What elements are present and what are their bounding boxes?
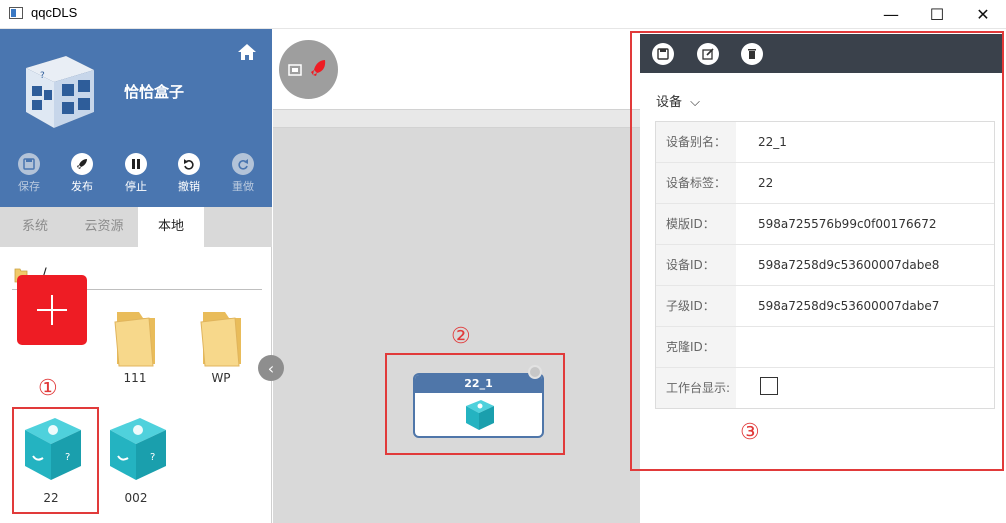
marker-3: ③ [740, 420, 760, 445]
plus-icon [37, 295, 67, 325]
tab-system[interactable]: 系统 [0, 207, 70, 247]
undo-icon [178, 153, 200, 175]
minimize-button[interactable]: — [868, 0, 914, 29]
folder-item-wp[interactable]: WP [185, 308, 257, 385]
app-name: 恰恰盒子 [124, 83, 185, 101]
device-cube-icon: ? [25, 418, 81, 480]
undo-tool-button[interactable]: 撤销 [171, 153, 207, 194]
tab-local[interactable]: 本地 [138, 207, 204, 247]
device-cube-icon [466, 400, 494, 430]
app-window-icon [9, 7, 23, 19]
window-titlebar: qqcDLS — ☐ ✕ [0, 0, 1006, 29]
folder-item-label: WP [211, 371, 231, 385]
redo-tool-button[interactable]: 重做 [225, 153, 261, 194]
folder-item-label: 111 [123, 371, 147, 385]
resource-tabs: 系统 云资源 本地 [0, 207, 272, 247]
stop-tool-label: 停止 [125, 180, 147, 193]
svg-text:?: ? [65, 452, 70, 463]
folder-icon [200, 312, 241, 367]
tab-cloud[interactable]: 云资源 [70, 207, 138, 247]
canvas-action-menu[interactable] [279, 40, 338, 99]
highlight-box-properties [630, 31, 1004, 471]
save-icon [18, 153, 40, 175]
app-header: ? 恰恰盒子 保存 发布 停止 撤销 重做 [0, 29, 272, 207]
home-icon[interactable] [237, 43, 257, 61]
app-logo: ? [26, 56, 94, 128]
save-tool-button[interactable]: 保存 [11, 153, 47, 194]
maximize-button[interactable]: ☐ [914, 0, 960, 29]
collapse-panel-button[interactable]: ‹ [258, 355, 284, 381]
pause-icon [125, 153, 147, 175]
marker-2: ② [451, 324, 471, 349]
publish-tool-button[interactable]: 发布 [64, 153, 100, 194]
stop-tool-button[interactable]: 停止 [118, 153, 154, 194]
device-cube-icon: ? [110, 418, 166, 480]
marker-1: ① [38, 376, 58, 401]
node-connector-handle[interactable] [528, 365, 542, 379]
folder-item-111[interactable]: 111 [99, 308, 171, 385]
redo-icon [232, 153, 254, 175]
canvas-ruler [273, 109, 640, 128]
device-node[interactable]: 22_1 [413, 373, 544, 438]
rocket-icon [311, 60, 326, 76]
window-title: qqcDLS [31, 5, 78, 20]
rocket-icon [71, 153, 93, 175]
device-item-002[interactable]: ? 002 [100, 408, 172, 505]
svg-text:?: ? [40, 71, 45, 81]
svg-text:?: ? [150, 452, 155, 463]
device-item-22[interactable]: ? 22 [15, 408, 87, 505]
chevron-left-icon: ‹ [267, 358, 275, 378]
undo-tool-label: 撤销 [178, 180, 200, 193]
save-tool-label: 保存 [18, 180, 40, 193]
device-item-label: 22 [43, 491, 59, 505]
close-button[interactable]: ✕ [960, 0, 1006, 29]
publish-tool-label: 发布 [71, 180, 93, 193]
redo-tool-label: 重做 [232, 180, 254, 193]
add-item-button[interactable] [17, 275, 87, 345]
folder-icon [114, 312, 155, 367]
device-item-label: 002 [124, 491, 148, 505]
device-node-title: 22_1 [415, 375, 542, 393]
